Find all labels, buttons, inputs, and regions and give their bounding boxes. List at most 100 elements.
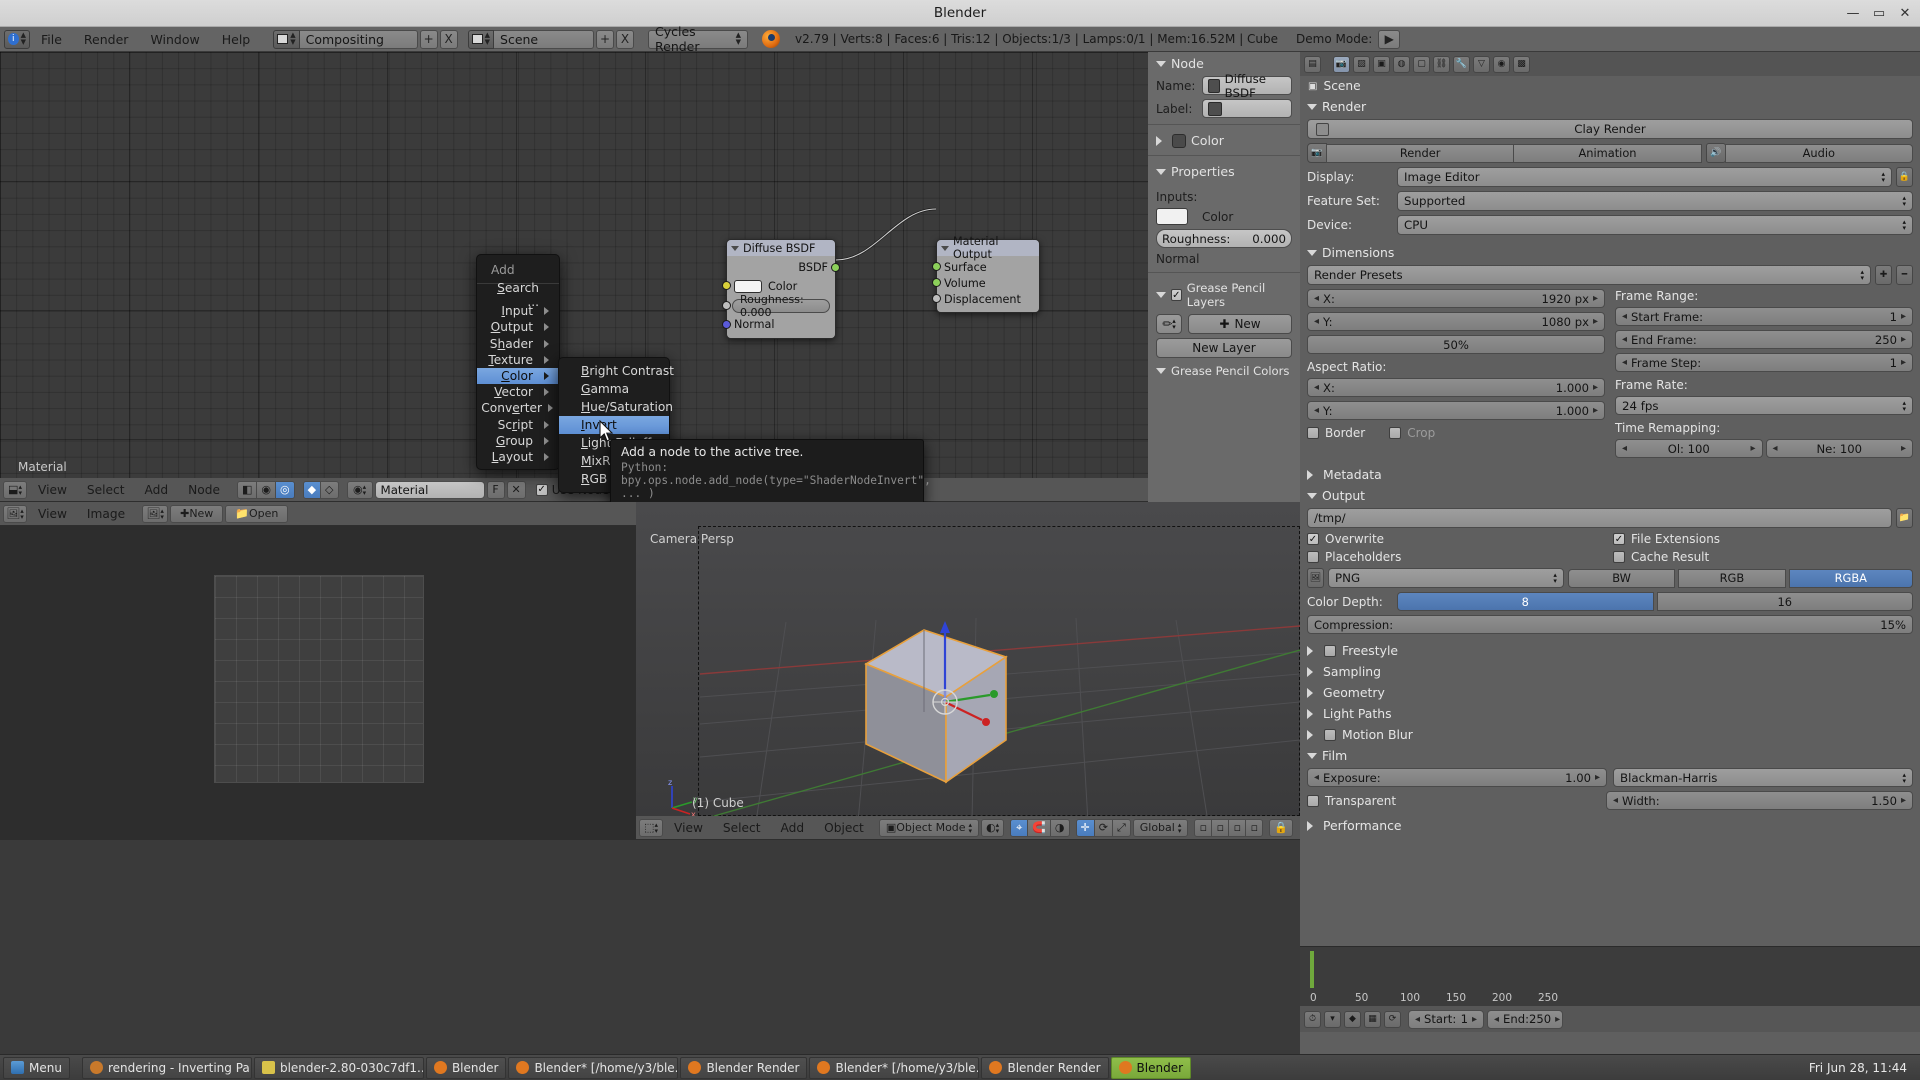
socket-normal[interactable] (722, 320, 731, 329)
filter-width-field[interactable]: ◂ Width: 1.50 ▸ (1606, 791, 1913, 810)
fake-user-button[interactable]: F (486, 480, 505, 499)
node-input-roughness[interactable]: Roughness: 0.000 (722, 293, 835, 319)
node-input-volume[interactable]: Volume (932, 275, 1039, 291)
filter-type-select[interactable]: Blackman-Harris ▴ ▾ (1613, 768, 1913, 787)
unlink-material-icon[interactable]: ✕ (506, 480, 526, 499)
timeline-marker-icon[interactable]: ◆ (1344, 1010, 1361, 1028)
view3d-menu-object[interactable]: Object (815, 816, 873, 840)
rgb-toggle[interactable]: RGB (1678, 568, 1786, 588)
start-menu-button[interactable]: Menu (3, 1056, 70, 1079)
add-menu[interactable]: Add Search ... Input Output Shader Textu… (476, 254, 560, 471)
delete-scene-button[interactable]: X (616, 29, 635, 49)
screen-layout-icon[interactable]: ▲ ▼ (273, 29, 300, 49)
freestyle-section-header[interactable]: Freestyle (1300, 640, 1920, 661)
socket-displacement[interactable] (932, 294, 941, 303)
submenu-item-hue-saturation[interactable]: Hue/Saturation (559, 398, 673, 416)
node-material-output[interactable]: Material Output Surface Volume Displacem… (932, 235, 1040, 313)
view3d-menu-view[interactable]: View (665, 816, 712, 840)
cache-result-checkbox[interactable] (1613, 551, 1625, 563)
slot-icon-2[interactable]: ◇ (320, 480, 339, 499)
overwrite-checkbox[interactable]: ✓ (1307, 533, 1319, 545)
layer-icon-3[interactable]: ▫ (1228, 818, 1247, 837)
socket-color[interactable] (722, 281, 731, 290)
close-icon[interactable]: ✕ (1898, 6, 1912, 21)
motion-blur-section-header[interactable]: Motion Blur (1300, 724, 1920, 745)
display-select[interactable]: Image Editor ▴ ▾ (1397, 167, 1892, 187)
taskbar-item-7[interactable]: Blender (1110, 1056, 1192, 1079)
socket-surface[interactable] (932, 262, 941, 271)
shader-type-active-icon[interactable]: ◎ (274, 480, 295, 499)
add-menu-item-output[interactable]: Output (477, 319, 559, 335)
exposure-field[interactable]: ◂ Exposure: 1.00 ▸ (1307, 768, 1607, 787)
taskbar-item-5[interactable]: Blender* [/home/y3/ble... (809, 1056, 980, 1079)
sampling-section-header[interactable]: Sampling (1300, 661, 1920, 682)
tab-object-icon[interactable]: ▢ (1413, 55, 1430, 73)
node-menu-view[interactable]: View (29, 478, 76, 502)
add-menu-item-shader[interactable]: Shader (477, 336, 559, 352)
menu-render[interactable]: Render (73, 27, 140, 52)
layer-icon-2[interactable]: ▫ (1211, 818, 1230, 837)
editor-type-icon[interactable]: 🖼 ▴ ▾ (3, 504, 27, 523)
rgba-toggle[interactable]: RGBA (1788, 568, 1913, 588)
submenu-item-invert[interactable]: Invert (559, 416, 669, 434)
mode-select[interactable]: ▣ Object Mode ▴ ▾ (878, 818, 980, 837)
node-header[interactable]: Diffuse BSDF (727, 240, 835, 256)
end-frame-field[interactable]: ◂ End Frame: 250 ▸ (1615, 330, 1913, 349)
editor-type-icon[interactable]: ⬓ ▴ ▾ (3, 480, 27, 499)
submenu-item-bright-contrast[interactable]: Bright Contrast (559, 362, 674, 380)
gp-new-layer-button[interactable]: New Layer (1156, 338, 1292, 358)
color-swatch[interactable] (734, 279, 762, 293)
color-section-header[interactable]: Color (1148, 129, 1300, 151)
output-path-field[interactable]: /tmp/ (1307, 508, 1892, 528)
image-menu-image[interactable]: Image (78, 502, 134, 526)
performance-section-header[interactable]: Performance (1300, 815, 1920, 836)
compression-field[interactable]: Compression: 15% (1307, 615, 1913, 634)
node-menu-add[interactable]: Add (136, 478, 178, 502)
material-browse-icon[interactable]: ◉ ▴ ▾ (346, 480, 373, 499)
menu-help[interactable]: Help (211, 27, 262, 52)
editor-type-icon[interactable]: ▤ (1304, 55, 1321, 73)
image-open-button[interactable]: 📁 Open (225, 504, 289, 523)
view3d-menu-select[interactable]: Select (714, 816, 770, 840)
transform-manipulator[interactable] (908, 617, 1038, 727)
device-select[interactable]: CPU ▴ ▾ (1397, 215, 1913, 235)
animation-button[interactable]: Animation (1513, 143, 1702, 163)
collapse-icon[interactable] (941, 245, 949, 251)
file-extensions-checkbox[interactable]: ✓ (1613, 533, 1625, 545)
layer-icon-4[interactable]: ▫ (1245, 818, 1264, 837)
display-lock-icon[interactable]: 🔒 (1896, 167, 1913, 187)
gp-layers-section-header[interactable]: ✓ Grease Pencil Layers (1148, 277, 1300, 312)
add-menu-item-group[interactable]: Group (477, 433, 559, 449)
scene-icon[interactable]: ▲ ▼ (467, 29, 495, 49)
roughness-field[interactable]: Roughness: 0.000 (732, 293, 830, 319)
bw-toggle[interactable]: BW (1567, 568, 1676, 588)
taskbar-item-2[interactable]: Blender (425, 1056, 507, 1079)
render-image-icon[interactable]: 📷 (1307, 143, 1327, 163)
gp-layers-checkbox[interactable]: ✓ (1171, 289, 1182, 301)
tab-constraints-icon[interactable]: ⛓ (1433, 55, 1450, 73)
socket-bsdf[interactable] (831, 263, 840, 272)
timeline-frame-icon[interactable]: ▦ (1364, 1010, 1381, 1028)
tab-material-icon[interactable]: ◉ (1493, 55, 1510, 73)
timeline-start-field[interactable]: ◂ Start: 1 ▸ (1408, 1009, 1484, 1029)
clay-render-checkbox[interactable] (1316, 122, 1329, 136)
image-canvas[interactable] (214, 575, 424, 783)
timeline-sync-icon[interactable]: ⟳ (1384, 1010, 1401, 1028)
node-diffuse-bsdf[interactable]: Diffuse BSDF BSDF Color Roughness: 0.000 (722, 239, 840, 339)
input-roughness-field[interactable]: Roughness: 0.000 (1156, 229, 1292, 248)
render-button[interactable]: Render (1326, 143, 1515, 163)
crop-checkbox[interactable] (1389, 427, 1402, 439)
depth-8-toggle[interactable]: 8 (1397, 592, 1654, 611)
time-remap-new-field[interactable]: ◂ Ne: 100 ▸ (1765, 439, 1913, 458)
render-presets-select[interactable]: Render Presets ▴ ▾ (1307, 265, 1871, 285)
file-format-select[interactable]: PNG ▴ ▾ (1328, 568, 1564, 588)
color-swatch-icon[interactable] (1172, 133, 1186, 148)
add-menu-item-layout[interactable]: Layout (477, 449, 559, 465)
feature-set-select[interactable]: Supported ▴ ▾ (1397, 191, 1913, 211)
add-scene-button[interactable]: + (596, 29, 615, 49)
dimensions-section-header[interactable]: Dimensions (1300, 242, 1920, 263)
tab-data-icon[interactable]: ▽ (1473, 55, 1490, 73)
timeline-view-menu-icon[interactable]: ▾ (1324, 1010, 1341, 1028)
frame-rate-select[interactable]: 24 fps ▴ ▾ (1615, 396, 1913, 415)
gp-colors-section-header[interactable]: Grease Pencil Colors (1148, 360, 1300, 381)
